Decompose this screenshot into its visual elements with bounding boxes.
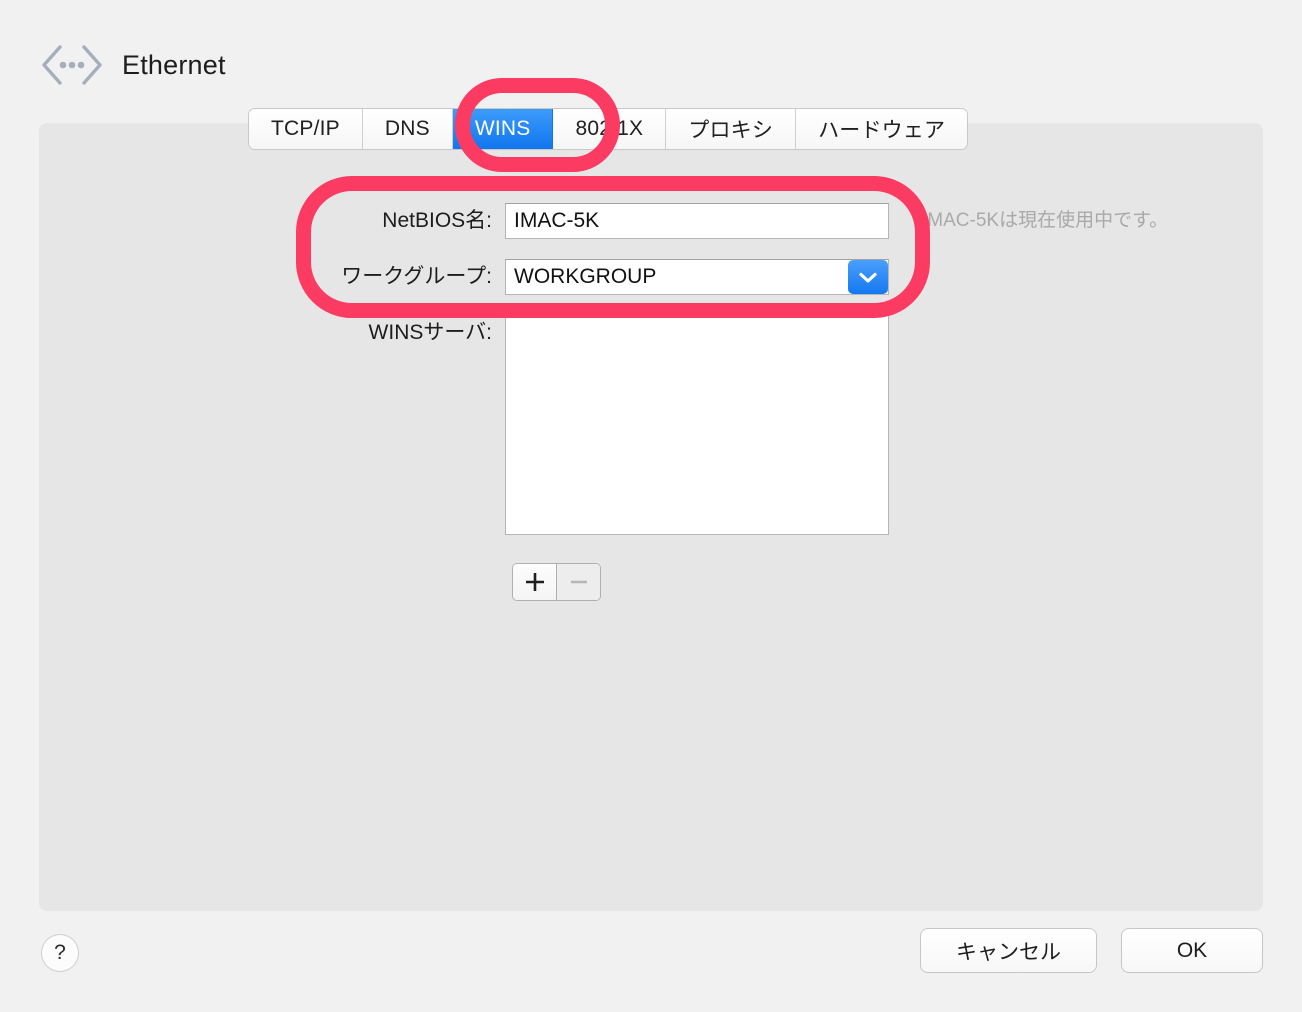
cancel-button[interactable]: キャンセル [921,929,1096,972]
remove-wins-server-button[interactable] [557,564,600,600]
add-wins-server-button[interactable] [513,564,557,600]
wins-servers-list[interactable] [505,315,889,535]
help-button[interactable]: ? [42,935,78,971]
tab-tcpip[interactable]: TCP/IP [249,109,363,149]
chevron-down-icon[interactable] [848,260,888,294]
netbios-row: NetBIOS名: [330,203,889,239]
netbios-input[interactable] [505,203,889,239]
wins-servers-label: WINSサーバ: [368,321,492,344]
page-title: Ethernet [122,49,226,80]
wins-servers-row: WINSサーバ: [330,315,889,535]
wins-servers-stepper [513,564,600,600]
netbios-label: NetBIOS名: [382,209,492,232]
tab-dns[interactable]: DNS [362,109,453,149]
workgroup-combobox[interactable] [505,259,889,295]
ok-button[interactable]: OK [1122,929,1262,972]
tab-hardware[interactable]: ハードウェア [796,109,968,149]
workgroup-input[interactable] [505,259,889,295]
dialog-header: Ethernet [40,42,226,88]
tab-proxy[interactable]: プロキシ [666,109,797,149]
tab-wins[interactable]: WINS [452,109,554,149]
ethernet-icon [40,42,104,88]
tab-8021x[interactable]: 802.1X [553,109,667,149]
tab-bar: TCP/IP DNS WINS 802.1X プロキシ ハードウェア [249,109,968,149]
workgroup-label: ワークグループ: [341,265,492,288]
in-use-message: IMAC-5Kは現在使用中です。 [922,210,1169,231]
workgroup-row: ワークグループ: [330,259,889,295]
